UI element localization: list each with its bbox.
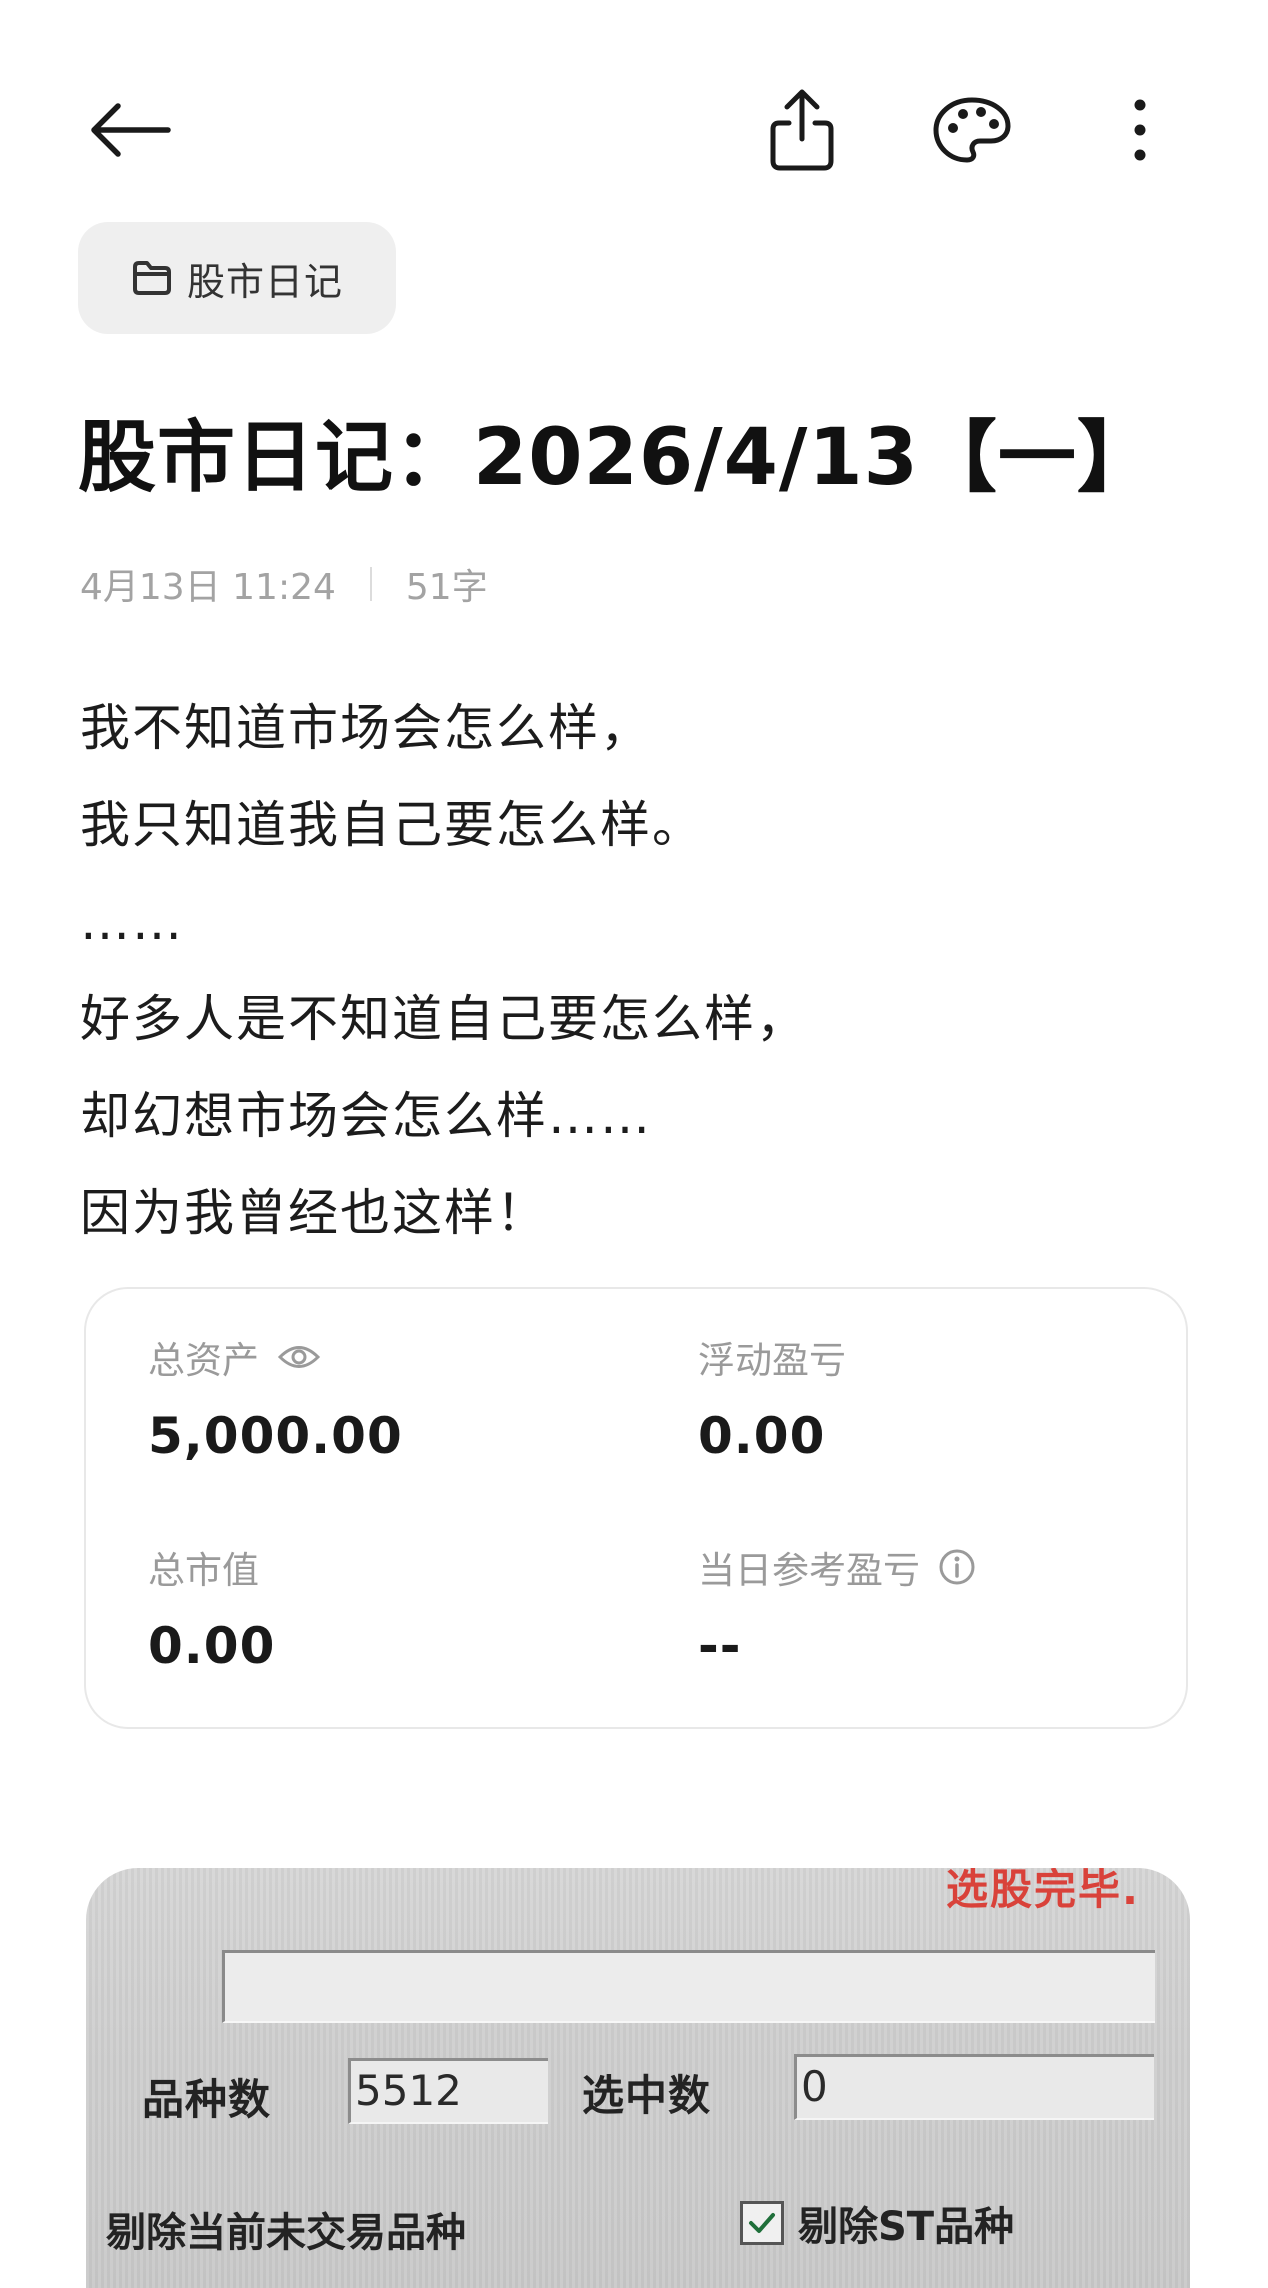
photo-exclude-st-label: 剔除ST品种 [798, 2204, 1015, 2250]
folder-chip-label: 股市日记 [186, 259, 343, 304]
body-line: 我只知道我自己要怎么样。 [80, 796, 704, 854]
body-line: 我不知道市场会怎么样， [80, 699, 652, 757]
share-icon [770, 89, 834, 171]
body-line: 好多人是不知道自己要怎么样， [80, 990, 808, 1048]
total-assets: 总资产 5,000.00 [148, 1329, 648, 1465]
back-arrow-icon [91, 103, 171, 157]
folder-chip[interactable]: 股市日记 [78, 222, 396, 334]
photo-status-text: 选股完毕. [946, 1868, 1140, 1914]
floating-pl: 浮动盈亏 0.00 [698, 1329, 1198, 1465]
photo-exclude-untraded: 剔除当前未交易品种 [106, 2200, 466, 2258]
body-line: …… [80, 893, 184, 951]
total-assets-value: 5,000.00 [148, 1407, 403, 1465]
info-icon[interactable] [938, 1548, 976, 1586]
folder-icon [132, 261, 171, 295]
palette-icon [933, 97, 1011, 163]
daily-pl: 当日参考盈亏 -- [698, 1539, 1198, 1675]
checkbox-checked-icon [740, 2201, 784, 2245]
more-vertical-icon [1134, 99, 1146, 161]
top-toolbar [0, 0, 1268, 200]
daily-pl-label: 当日参考盈亏 [698, 1549, 920, 1592]
photo-variety-count-label: 品种数 [142, 2075, 272, 2124]
photo-exclude-untraded-label: 剔除当前未交易品种 [106, 2210, 466, 2256]
embedded-photo[interactable]: 选股完毕. 品种数 5512 选中数 0 剔除当前未交易品种 剔除ST品种 [86, 1868, 1190, 2288]
share-button[interactable] [752, 80, 852, 180]
floating-pl-label: 浮动盈亏 [698, 1339, 846, 1382]
market-value-value: 0.00 [148, 1617, 276, 1675]
photo-selected-count-label: 选中数 [582, 2071, 712, 2120]
floating-pl-value: 0.00 [698, 1407, 826, 1465]
back-button[interactable] [80, 80, 180, 180]
photo-selected-count-value: 0 [794, 2054, 1154, 2120]
more-button[interactable] [1090, 80, 1190, 180]
photo-progress-box [222, 1950, 1155, 2023]
meta-divider [369, 567, 372, 601]
note-body[interactable]: 我不知道市场会怎么样， 我只知道我自己要怎么样。 …… 好多人是不知道自己要怎么… [80, 680, 1200, 1262]
theme-button[interactable] [922, 80, 1022, 180]
note-word-count: 51字 [405, 567, 488, 608]
photo-exclude-st: 剔除ST品种 [740, 2194, 1014, 2252]
total-assets-label: 总资产 [148, 1339, 259, 1382]
daily-pl-value: -- [698, 1617, 742, 1675]
body-line: 却幻想市场会怎么样…… [80, 1087, 652, 1145]
eye-icon[interactable] [277, 1342, 321, 1372]
market-value-label: 总市值 [148, 1549, 259, 1592]
body-line: 因为我曾经也这样！ [80, 1184, 548, 1242]
note-title[interactable]: 股市日记：2026/4/13【一】 [78, 395, 1228, 507]
photo-variety-count-value: 5512 [348, 2058, 548, 2124]
asset-summary-card[interactable]: 总资产 5,000.00 浮动盈亏 0.00 总市值 0.00 当日参考盈亏 - [84, 1287, 1188, 1729]
market-value: 总市值 0.00 [148, 1539, 648, 1675]
note-date: 4月13日 11:24 [80, 567, 336, 608]
note-meta: 4月13日 11:24 51字 [80, 558, 488, 610]
